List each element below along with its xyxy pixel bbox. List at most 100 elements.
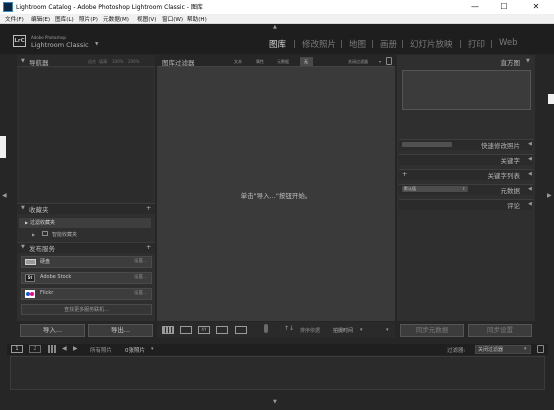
menu-help[interactable]: 帮助(H) (187, 15, 207, 23)
minimize-button[interactable]: — (461, 0, 489, 14)
add-collection-button[interactable]: + (146, 204, 151, 212)
module-book[interactable]: 画册 (380, 38, 397, 50)
filter-tab-text[interactable]: 文本 (234, 59, 242, 65)
navigator-preview[interactable] (19, 68, 153, 202)
export-button[interactable]: 导出... (88, 324, 153, 337)
zoom-fill[interactable]: 填满 (99, 59, 107, 65)
module-divider (402, 40, 403, 48)
sort-chevron-icon[interactable]: ▾ (360, 327, 363, 333)
publish-service-label: 硬盘 (40, 259, 51, 265)
loupe-view-icon[interactable] (180, 326, 192, 334)
filter-tab-none[interactable]: 无 (304, 59, 308, 65)
smart-collection-icon (42, 231, 48, 236)
filter-tab-metadata[interactable]: 元数据 (277, 59, 289, 65)
lrc-logo: LrC (13, 35, 26, 47)
menu-metadata[interactable]: 元数据(M) (103, 15, 129, 23)
filter-chevron-icon[interactable]: ▾ (524, 346, 527, 352)
expand-triangle-icon[interactable]: ◀ (528, 141, 532, 147)
compare-view-icon[interactable]: XY (198, 326, 210, 334)
zoom-100[interactable]: 100% (112, 59, 123, 64)
zoom-200[interactable]: 200% (128, 59, 139, 64)
menu-photo[interactable]: 照片(P) (79, 15, 98, 23)
filter-lock-icon[interactable] (386, 57, 392, 65)
filter-preset-chevron-icon[interactable]: ▾ (379, 59, 381, 64)
service-settings-link[interactable]: 设置... (134, 258, 147, 264)
filmstrip-source[interactable]: 所有照片 (90, 346, 112, 354)
flickr-icon (25, 290, 35, 298)
expand-triangle-icon[interactable]: ◀ (528, 156, 532, 162)
painter-spray-can-icon[interactable] (264, 324, 268, 333)
keywording-title: 关键字 (500, 157, 521, 165)
expand-triangle-icon[interactable]: ▶ (32, 232, 35, 237)
module-slideshow[interactable]: 幻灯片放映 (410, 38, 453, 50)
bottom-panel-toggle-icon[interactable]: ▼ (273, 399, 277, 405)
module-print[interactable]: 打印 (468, 38, 485, 50)
grid-view-icon[interactable] (162, 326, 174, 334)
expand-triangle-icon[interactable]: ◀ (528, 186, 532, 192)
filter-preset[interactable]: 关闭过滤器 (348, 59, 368, 65)
sync-settings-button[interactable]: 同步设置 (468, 324, 532, 337)
empty-catalog-message: 单击"导入..."按钮开始。 (240, 192, 312, 200)
find-more-services-label: 查找更多服务联机... (64, 307, 109, 313)
histogram-title[interactable]: 直方图 (440, 57, 521, 67)
window-edge-strip (0, 136, 6, 158)
menu-bar: 文件(F) 编辑(E) 图库(L) 照片(P) 元数据(M) 视图(V) 窗口(… (0, 14, 554, 24)
people-view-icon[interactable] (235, 326, 247, 334)
add-publish-service-button[interactable]: + (146, 243, 151, 251)
left-panel-toggle-icon[interactable]: ◀ (2, 192, 7, 199)
filter-tab-attribute[interactable]: 属性 (256, 59, 264, 65)
survey-view-icon[interactable] (216, 326, 228, 334)
menu-edit[interactable]: 编辑(E) (31, 15, 50, 23)
add-keyword-button[interactable]: + (402, 170, 407, 178)
filmstrip[interactable] (10, 356, 545, 390)
expand-triangle-icon[interactable]: ◀ (528, 171, 532, 177)
source-chevron-icon[interactable]: ▾ (151, 346, 154, 352)
module-divider (460, 40, 461, 48)
publish-service-label: Flickr (40, 290, 54, 296)
right-panel-toggle-icon[interactable]: ▶ (547, 192, 552, 199)
collapse-triangle-icon[interactable]: ▼ (21, 244, 25, 250)
toolbar-chevron-icon[interactable]: ▾ (386, 327, 389, 333)
module-library[interactable]: 图库 (269, 38, 286, 50)
import-button[interactable]: 导入... (20, 324, 85, 337)
identity-menu-chevron[interactable]: ▼ (95, 42, 98, 47)
grid-view[interactable] (157, 55, 395, 321)
service-settings-link[interactable]: 设置... (134, 274, 147, 280)
publish-service-label: Adobe Stock (40, 274, 72, 280)
menu-library[interactable]: 图库(L) (55, 15, 74, 23)
menu-file[interactable]: 文件(F) (5, 15, 24, 23)
module-web[interactable]: Web (499, 38, 518, 48)
sort-value[interactable]: 拍摄时间 (333, 327, 353, 334)
menu-window[interactable]: 窗口(W) (162, 15, 183, 23)
photo-count: 0张照片 (125, 348, 145, 354)
collapse-triangle-icon[interactable]: ▼ (21, 58, 25, 64)
filter-label: 过滤器: (447, 348, 466, 354)
metadata-title: 元数据 (500, 187, 521, 195)
module-divider (491, 40, 492, 48)
top-panel-toggle-icon[interactable]: ▲ (273, 24, 277, 30)
sync-metadata-button[interactable]: 同步元数据 (400, 324, 464, 337)
hard-drive-icon (25, 259, 36, 265)
grid-view-icon[interactable] (48, 345, 56, 353)
module-develop[interactable]: 修改照片 (302, 38, 336, 50)
filter-lock-icon[interactable] (537, 345, 544, 353)
zoom-fit[interactable]: 适合 (88, 59, 96, 65)
sort-direction-icon[interactable]: ↑↓ (284, 325, 294, 332)
module-map[interactable]: 地图 (349, 38, 366, 50)
brand-lightroom-classic: Lightroom Classic (31, 41, 89, 49)
collapse-triangle-icon[interactable]: ▼ (526, 58, 530, 64)
lightroom-window: Lightroom Catalog - Adobe Photoshop Ligh… (0, 0, 554, 410)
main-window-button[interactable]: 1 (11, 345, 23, 353)
forward-arrow-icon[interactable]: ▶ (73, 345, 78, 352)
maximize-button[interactable]: ☐ (490, 0, 518, 14)
module-divider (372, 40, 373, 48)
expand-triangle-icon[interactable]: ◀ (528, 201, 532, 207)
close-button[interactable]: ✕ (522, 0, 550, 14)
back-arrow-icon[interactable]: ◀ (62, 345, 67, 352)
secondary-window-button[interactable]: 2 (29, 345, 41, 353)
expand-triangle-icon[interactable]: ▶ (25, 220, 28, 225)
collapse-triangle-icon[interactable]: ▼ (21, 205, 25, 211)
service-settings-link[interactable]: 设置... (134, 290, 147, 296)
menu-view[interactable]: 视图(V) (137, 15, 156, 23)
module-divider (294, 40, 295, 48)
